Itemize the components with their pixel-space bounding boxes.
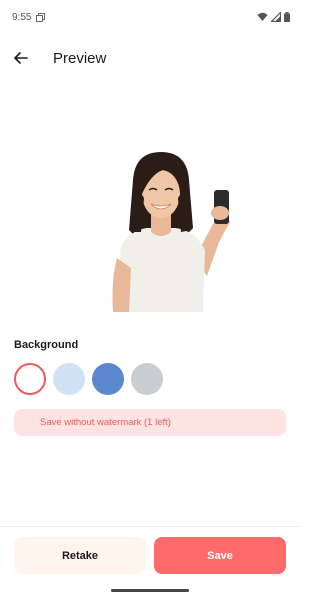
background-label: Background — [14, 339, 79, 351]
arrow-left-icon — [14, 52, 28, 64]
background-swatches — [14, 363, 163, 395]
swatch-blue[interactable] — [92, 363, 124, 395]
swatch-white[interactable] — [14, 363, 46, 395]
signal-icon — [271, 12, 281, 22]
app-bar: Preview — [0, 40, 300, 78]
swatch-light-blue[interactable] — [53, 363, 85, 395]
page-title: Preview — [53, 50, 107, 67]
photo-preview — [111, 150, 231, 312]
back-button[interactable] — [9, 46, 33, 70]
swatch-gray[interactable] — [131, 363, 163, 395]
retake-button[interactable]: Retake — [14, 537, 146, 574]
status-icons — [257, 12, 290, 22]
portrait-image — [111, 150, 231, 312]
status-bar: 9:55 — [0, 0, 300, 38]
save-without-watermark-button[interactable]: Save without watermark (1 left) — [14, 409, 286, 436]
save-label: Save — [207, 549, 233, 562]
status-time: 9:55 — [12, 12, 32, 23]
home-indicator[interactable] — [111, 589, 189, 592]
divider — [0, 526, 300, 527]
wifi-icon — [257, 12, 268, 21]
retake-label: Retake — [61, 549, 99, 562]
sim-card-icon — [36, 13, 45, 22]
save-button[interactable]: Save — [154, 537, 286, 574]
battery-icon — [284, 12, 290, 22]
watermark-label: Save without watermark (1 left) — [40, 417, 171, 428]
